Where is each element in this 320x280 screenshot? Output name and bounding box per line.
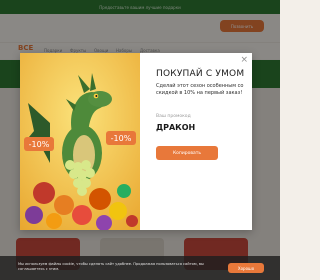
modal-title: ПОКУПАЙ С УМОМ: [156, 69, 245, 79]
cookie-accept-button[interactable]: Хорошо: [228, 263, 264, 273]
dragon-fruit-illustration: -10% -10%: [20, 53, 140, 230]
modal-description: Сделай этот сезон особенным со скидкой в…: [156, 83, 244, 96]
promo-code-value[interactable]: ДРАКОН: [156, 123, 195, 132]
cookie-banner: Мы используем файлы cookie, чтобы сделат…: [0, 256, 280, 280]
close-icon[interactable]: ×: [240, 55, 248, 65]
copy-promo-button[interactable]: Копировать: [156, 146, 218, 160]
promo-code-label: Ваш промокод: [156, 114, 191, 119]
promo-modal: -10% -10% × ПОКУПАЙ С УМОМ Сделай этот с…: [20, 53, 252, 230]
badge-left-label: -10%: [29, 140, 50, 149]
promo-image: -10% -10%: [20, 53, 140, 230]
cookie-text: Мы используем файлы cookie, чтобы сделат…: [18, 262, 204, 272]
badge-right-label: -10%: [111, 134, 132, 143]
